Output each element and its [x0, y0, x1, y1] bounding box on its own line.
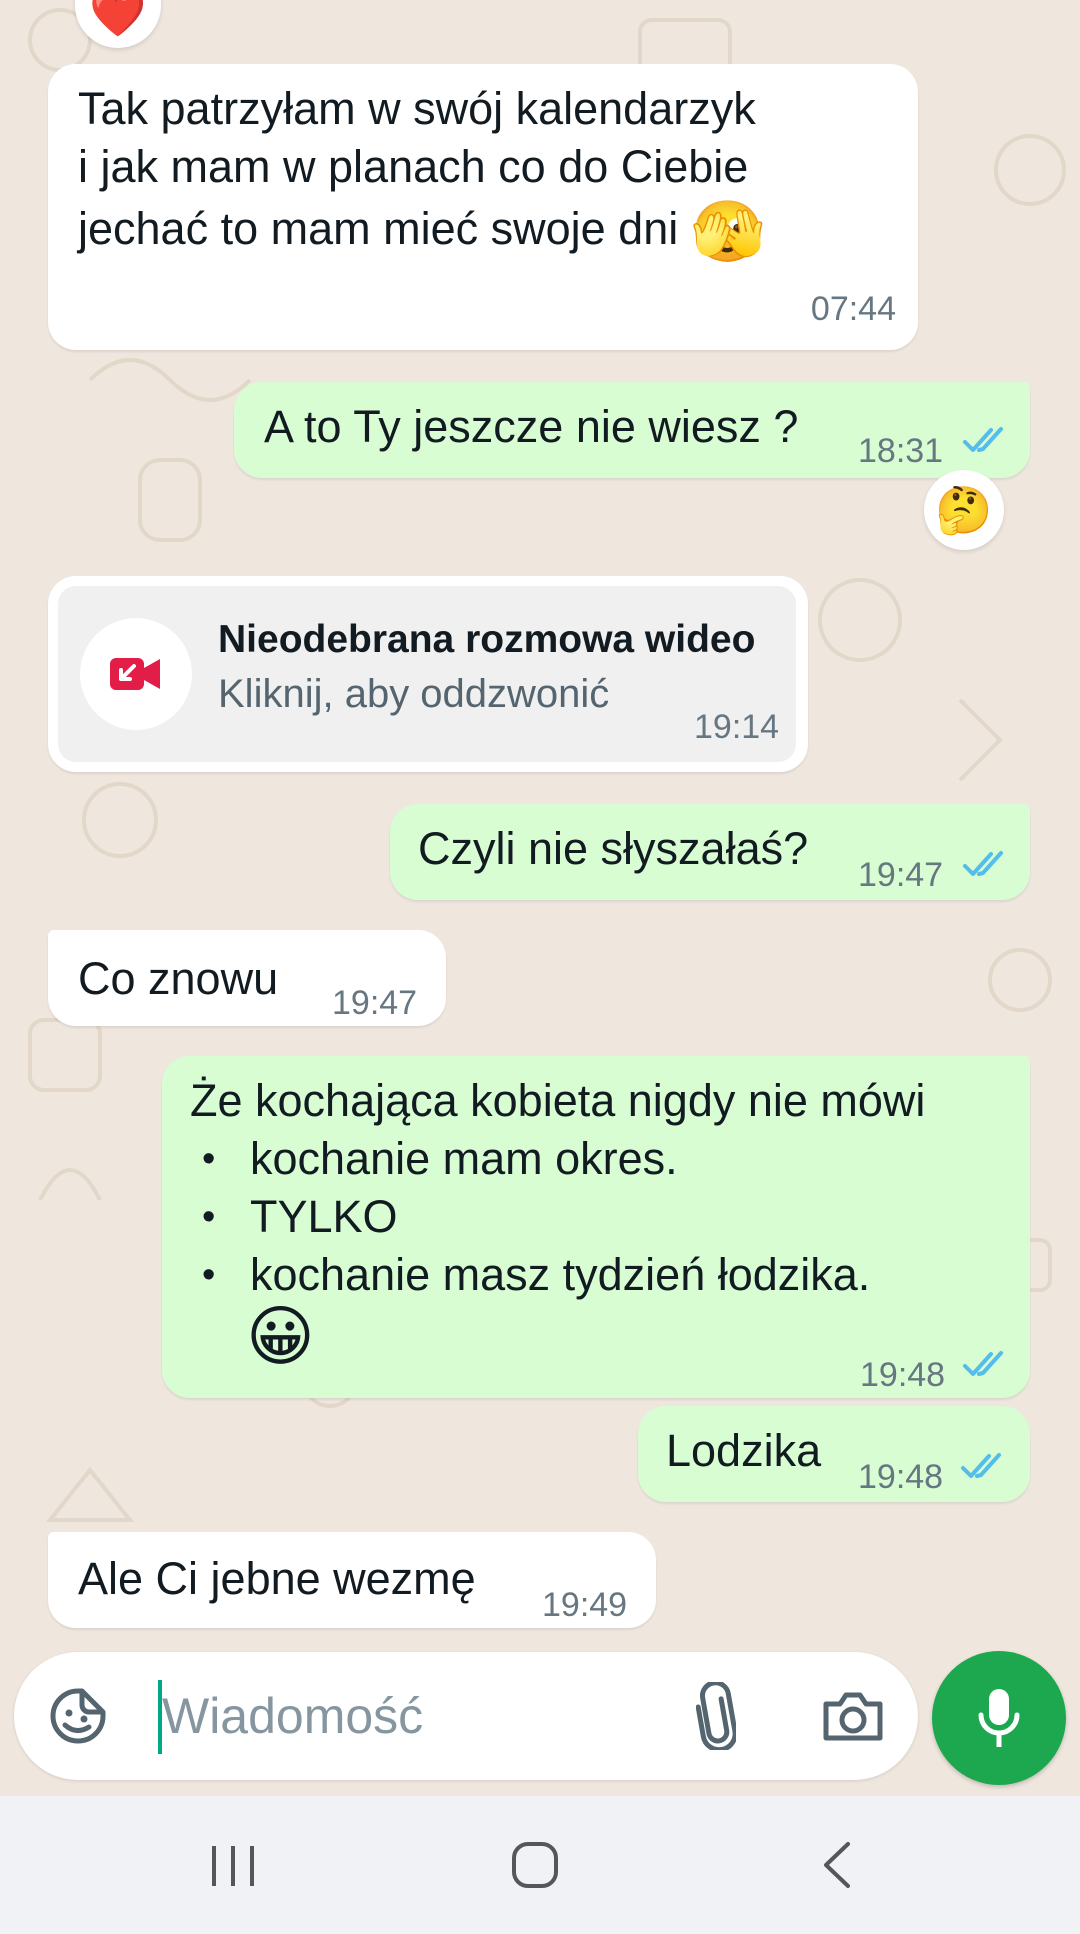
message-text: Ale Ci jebne wezmę	[78, 1553, 476, 1604]
list-item: kochanie mam okres.	[190, 1130, 870, 1188]
read-ticks-icon	[963, 851, 1003, 876]
message-time: 18:31	[858, 432, 944, 470]
message-time: 19:49	[542, 1586, 628, 1624]
message-text: Tak patrzyłam w swój kalendarzyk	[78, 83, 756, 134]
message-text: A to Ty jeszcze nie wiesz ?	[264, 401, 799, 452]
message-text: Czyli nie słyszałaś?	[418, 823, 809, 874]
message-outgoing[interactable]: Czyli nie słyszałaś? 19:47	[390, 804, 1030, 900]
message-time: 19:47	[332, 984, 418, 1022]
mic-icon	[978, 1689, 1020, 1747]
camera-icon[interactable]	[822, 1690, 884, 1742]
missed-call-message[interactable]: Nieodebrana rozmowa wideo Kliknij, aby o…	[48, 576, 808, 772]
message-incoming[interactable]: Ale Ci jebne wezmę 19:49	[48, 1532, 656, 1628]
message-outgoing[interactable]: Lodzika 19:48	[638, 1406, 1030, 1502]
message-text: Lodzika	[666, 1425, 822, 1476]
text-caret	[158, 1680, 162, 1754]
message-composer	[14, 1652, 918, 1780]
message-text: jechać to mam mieć swoje dni	[78, 203, 679, 254]
message-text: Że kochająca kobieta nigdy nie mówi	[190, 1075, 926, 1126]
message-time: 19:48	[860, 1356, 946, 1394]
call-icon-circle	[80, 618, 192, 730]
message-time: 07:44	[810, 290, 896, 328]
message-time: 19:14	[694, 708, 780, 746]
message-incoming[interactable]: Tak patrzyłam w swój kalendarzyk i jak m…	[48, 64, 918, 350]
thinking-reaction[interactable]: 🤔	[924, 470, 1004, 550]
message-time: 19:48	[858, 1458, 944, 1496]
read-ticks-icon	[961, 1453, 1001, 1478]
message-list[interactable]: ❤️ Tak patrzyłam w swój kalendarzyk i ja…	[0, 0, 1080, 1650]
message-outgoing[interactable]: A to Ty jeszcze nie wiesz ? 18:31	[234, 382, 1030, 478]
sticker-icon[interactable]	[48, 1686, 108, 1746]
attach-icon[interactable]	[696, 1682, 736, 1750]
home-icon[interactable]	[510, 1840, 560, 1890]
call-subtitle: Kliknij, aby oddzwonić	[218, 672, 610, 716]
call-card[interactable]: Nieodebrana rozmowa wideo Kliknij, aby o…	[58, 586, 796, 762]
heart-reaction[interactable]: ❤️	[75, 0, 161, 48]
message-text: i jak mam w planach co do Ciebie	[78, 141, 749, 192]
voice-message-button[interactable]	[932, 1651, 1066, 1785]
system-navigation-bar	[0, 1796, 1080, 1934]
call-title: Nieodebrana rozmowa wideo	[218, 618, 756, 661]
list-item: TYLKO	[190, 1188, 870, 1246]
list-item: kochanie masz tydzień łodzika.	[190, 1246, 870, 1304]
thinking-face-icon: 🤔	[935, 483, 993, 536]
video-call-missed-icon	[110, 658, 160, 690]
message-incoming[interactable]: Co znowu 19:47	[48, 930, 446, 1026]
recent-apps-icon[interactable]	[210, 1844, 256, 1888]
back-icon[interactable]	[822, 1840, 852, 1890]
read-ticks-icon	[963, 427, 1003, 452]
message-text: Co znowu	[78, 953, 279, 1004]
message-outgoing[interactable]: Że kochająca kobieta nigdy nie mówi koch…	[162, 1056, 1030, 1398]
peeking-face-emoji-icon: 🫣	[690, 198, 766, 266]
message-time: 19:47	[858, 856, 944, 894]
message-input[interactable]	[148, 1676, 682, 1756]
read-ticks-icon	[963, 1351, 1003, 1376]
heart-icon: ❤️	[89, 0, 147, 39]
grinning-face-emoji-icon: 😀	[246, 1299, 315, 1374]
